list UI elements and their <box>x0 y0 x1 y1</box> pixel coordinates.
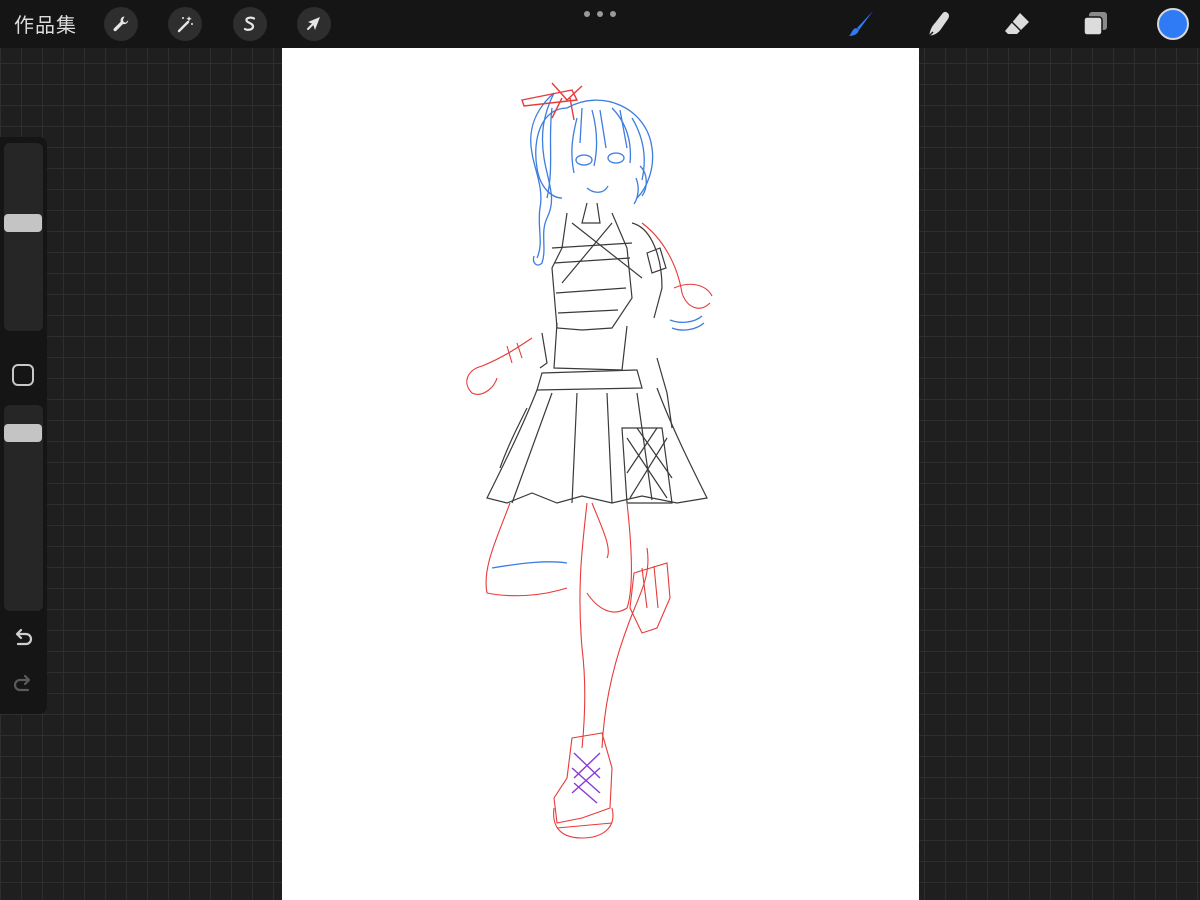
rough-body-sketch <box>466 222 713 839</box>
top-toolbar: 作品集 <box>0 0 1200 48</box>
selection-s-icon <box>243 16 256 31</box>
brush-size-slider[interactable] <box>4 143 43 331</box>
arrow-cursor-icon <box>307 17 320 30</box>
opacity-thumb[interactable] <box>4 423 42 442</box>
left-sidebar <box>0 137 47 714</box>
eraser-icon <box>1005 13 1029 34</box>
brush-tool-button[interactable] <box>843 6 879 42</box>
layers-button[interactable] <box>1077 6 1113 42</box>
more-options[interactable] <box>584 8 616 20</box>
character-sketch <box>466 82 713 839</box>
smudge-finger-icon <box>928 11 950 37</box>
redo-icon[interactable] <box>10 672 36 698</box>
shoe-laces-sketch <box>571 752 601 804</box>
wristband-sketch <box>491 315 705 569</box>
magic-wand-icon <box>177 16 193 33</box>
eraser-tool-button[interactable] <box>999 6 1035 42</box>
actions-button[interactable] <box>104 7 138 41</box>
layers-icon <box>1083 12 1107 36</box>
smudge-tool-button[interactable] <box>921 6 957 42</box>
transform-button[interactable] <box>297 7 331 41</box>
ribbon-sketch <box>521 82 583 121</box>
square-modify-icon[interactable] <box>12 364 34 386</box>
more-dots-icon <box>584 11 590 17</box>
gallery-button[interactable]: 作品集 <box>14 9 77 38</box>
undo-icon[interactable] <box>10 626 36 652</box>
brush-icon <box>849 11 873 36</box>
adjustments-button[interactable] <box>168 7 202 41</box>
wrench-icon <box>113 16 129 32</box>
color-picker-button[interactable] <box>1157 8 1189 40</box>
selection-button[interactable] <box>233 7 267 41</box>
brush-size-thumb[interactable] <box>4 214 42 233</box>
drawing-canvas[interactable] <box>282 48 919 900</box>
